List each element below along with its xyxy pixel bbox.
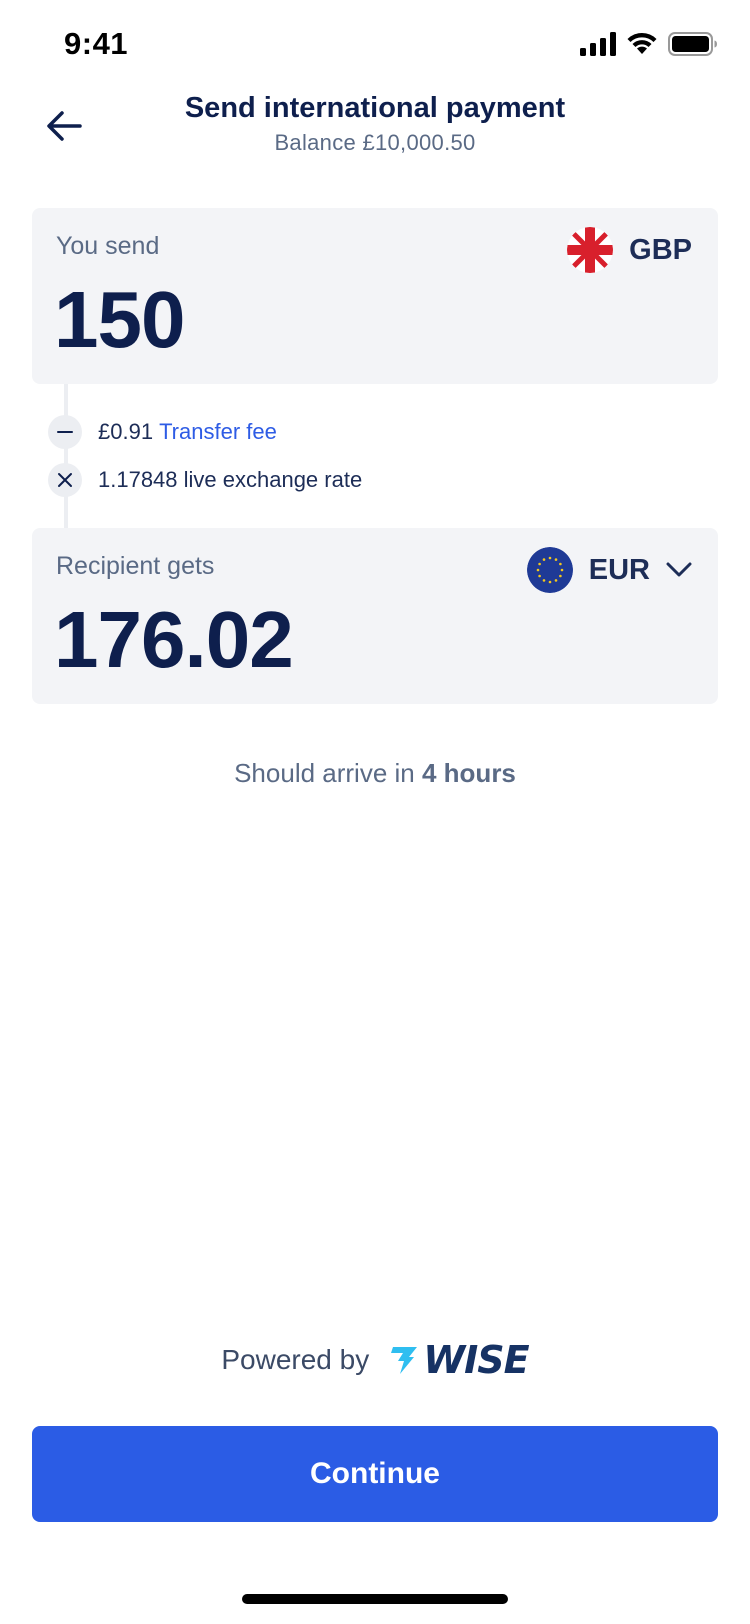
send-currency-code: GBP	[629, 233, 692, 266]
breakdown-connector	[64, 384, 68, 528]
receive-currency-selector[interactable]: EUR	[526, 546, 692, 594]
status-icons	[580, 32, 718, 56]
transfer-fee-link[interactable]: Transfer fee	[159, 419, 277, 444]
status-time: 9:41	[64, 26, 129, 61]
send-amount-card[interactable]: You send GBP	[32, 208, 718, 384]
page-title: Send international payment	[184, 92, 566, 124]
exchange-rate-text: 1.17848 live exchange rate	[98, 467, 363, 492]
send-currency-selector[interactable]: GBP	[567, 226, 692, 274]
eu-flag-icon	[526, 547, 573, 593]
fee-row: £0.91 Transfer fee	[48, 414, 277, 450]
multiply-icon	[48, 463, 82, 497]
arrival-prefix: Should arrive in	[234, 758, 415, 788]
chevron-down-icon	[666, 562, 692, 577]
wise-flag-icon	[391, 1347, 418, 1374]
wifi-icon	[627, 32, 657, 54]
exchange-rate-row: 1.17848 live exchange rate	[48, 462, 362, 498]
minus-icon	[48, 415, 82, 449]
powered-by: Powered by WISE	[0, 1338, 750, 1382]
uk-flag-icon	[567, 227, 614, 273]
receive-label: Recipient gets	[56, 552, 215, 580]
send-label: You send	[56, 232, 160, 260]
powered-by-text: Powered by	[221, 1344, 370, 1375]
battery-icon	[668, 32, 717, 56]
receive-amount-input[interactable]	[54, 594, 554, 686]
continue-button[interactable]: Continue	[32, 1426, 718, 1522]
status-bar: 9:41	[0, 0, 750, 90]
arrival-estimate: Should arrive in 4 hours	[0, 758, 750, 789]
balance-subtitle: Balance £10,000.50	[274, 130, 476, 155]
cellular-signal-icon	[580, 32, 616, 56]
send-amount-input[interactable]	[54, 274, 554, 366]
wise-logo: WISE	[389, 1338, 530, 1382]
wise-wordmark: WISE	[423, 1338, 529, 1382]
receive-currency-code: EUR	[588, 553, 650, 586]
arrival-time: 4 hours	[421, 758, 516, 788]
fee-amount: £0.91 Transfer fee	[98, 419, 277, 444]
home-indicator	[242, 1594, 508, 1604]
receive-amount-card[interactable]: Recipient gets EUR	[32, 528, 718, 704]
